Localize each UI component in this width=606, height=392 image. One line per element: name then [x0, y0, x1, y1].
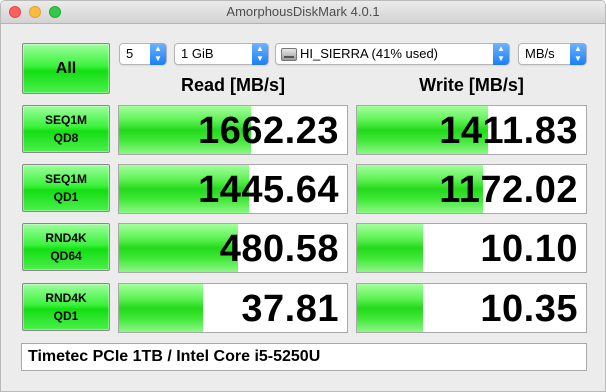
- test-button-rnd4k-qd64[interactable]: RND4K QD64: [22, 223, 110, 271]
- drive-select-value: HI_SIERRA (41% used): [300, 46, 439, 61]
- count-select-value: 5: [126, 46, 134, 61]
- write-result-seq1m-qd1: 1172.02: [356, 164, 587, 214]
- disk-icon: [281, 48, 297, 61]
- read-result-rnd4k-qd64: 480.58: [118, 223, 348, 273]
- test-button-rnd4k-qd1[interactable]: RND4K QD1: [22, 283, 110, 331]
- write-result-seq1m-qd8: 1411.83: [356, 105, 587, 155]
- comment-field[interactable]: Timetec PCIe 1TB / Intel Core i5-5250U: [21, 343, 587, 371]
- read-header: Read [MB/s]: [180, 75, 285, 95]
- title-bar[interactable]: AmorphousDiskMark 4.0.1: [1, 1, 605, 24]
- write-header: Write [MB/s]: [419, 75, 524, 95]
- read-value: 1445.64: [198, 169, 339, 211]
- read-value: 37.81: [241, 288, 339, 330]
- test-label-line2: QD1: [53, 309, 79, 323]
- write-value: 1411.83: [439, 110, 578, 152]
- read-bar: [119, 284, 204, 332]
- test-label-line2: QD1: [53, 190, 79, 204]
- write-value: 10.35: [480, 288, 578, 330]
- read-result-seq1m-qd8: 1662.23: [118, 105, 348, 155]
- window-title: AmorphousDiskMark 4.0.1: [226, 4, 380, 19]
- size-select[interactable]: 1 GiB ▲ ▼: [174, 43, 269, 65]
- chevron-updown-icon: ▲ ▼: [570, 43, 586, 65]
- read-result-rnd4k-qd1: 37.81: [118, 283, 348, 333]
- test-label-line2: QD64: [50, 249, 82, 263]
- write-value: 10.10: [480, 228, 578, 270]
- test-label-line2: QD8: [53, 131, 79, 145]
- drive-select[interactable]: HI_SIERRA (41% used) ▲ ▼: [275, 43, 510, 65]
- size-select-value: 1 GiB: [181, 46, 214, 61]
- unit-select[interactable]: MB/s ▲ ▼: [518, 43, 587, 65]
- test-label-line1: SEQ1M: [44, 172, 87, 186]
- all-button-label: All: [55, 59, 77, 77]
- read-result-seq1m-qd1: 1445.64: [118, 164, 348, 214]
- chevron-updown-icon: ▲ ▼: [493, 43, 509, 65]
- test-button-seq1m-qd8[interactable]: SEQ1M QD8: [22, 105, 110, 153]
- test-label-line1: RND4K: [45, 231, 87, 245]
- comment-text: Timetec PCIe 1TB / Intel Core i5-5250U: [28, 348, 321, 365]
- app-window: AmorphousDiskMark 4.0.1 All 5 ▲ ▼ 1 GiB ▲…: [0, 0, 606, 392]
- read-value: 480.58: [219, 228, 339, 270]
- chevron-updown-icon: ▲ ▼: [150, 43, 166, 65]
- chevron-updown-icon: ▲ ▼: [252, 43, 268, 65]
- test-label-line1: RND4K: [45, 291, 87, 305]
- read-value: 1662.23: [198, 110, 339, 152]
- write-bar: [357, 224, 424, 272]
- all-button[interactable]: All: [22, 43, 110, 94]
- write-result-rnd4k-qd64: 10.10: [356, 223, 587, 273]
- test-button-seq1m-qd1[interactable]: SEQ1M QD1: [22, 164, 110, 212]
- write-bar: [357, 284, 424, 332]
- count-select[interactable]: 5 ▲ ▼: [119, 43, 167, 65]
- unit-select-value: MB/s: [525, 46, 555, 61]
- test-label-line1: SEQ1M: [44, 113, 87, 127]
- write-value: 1172.02: [439, 169, 578, 211]
- write-result-rnd4k-qd1: 10.35: [356, 283, 587, 333]
